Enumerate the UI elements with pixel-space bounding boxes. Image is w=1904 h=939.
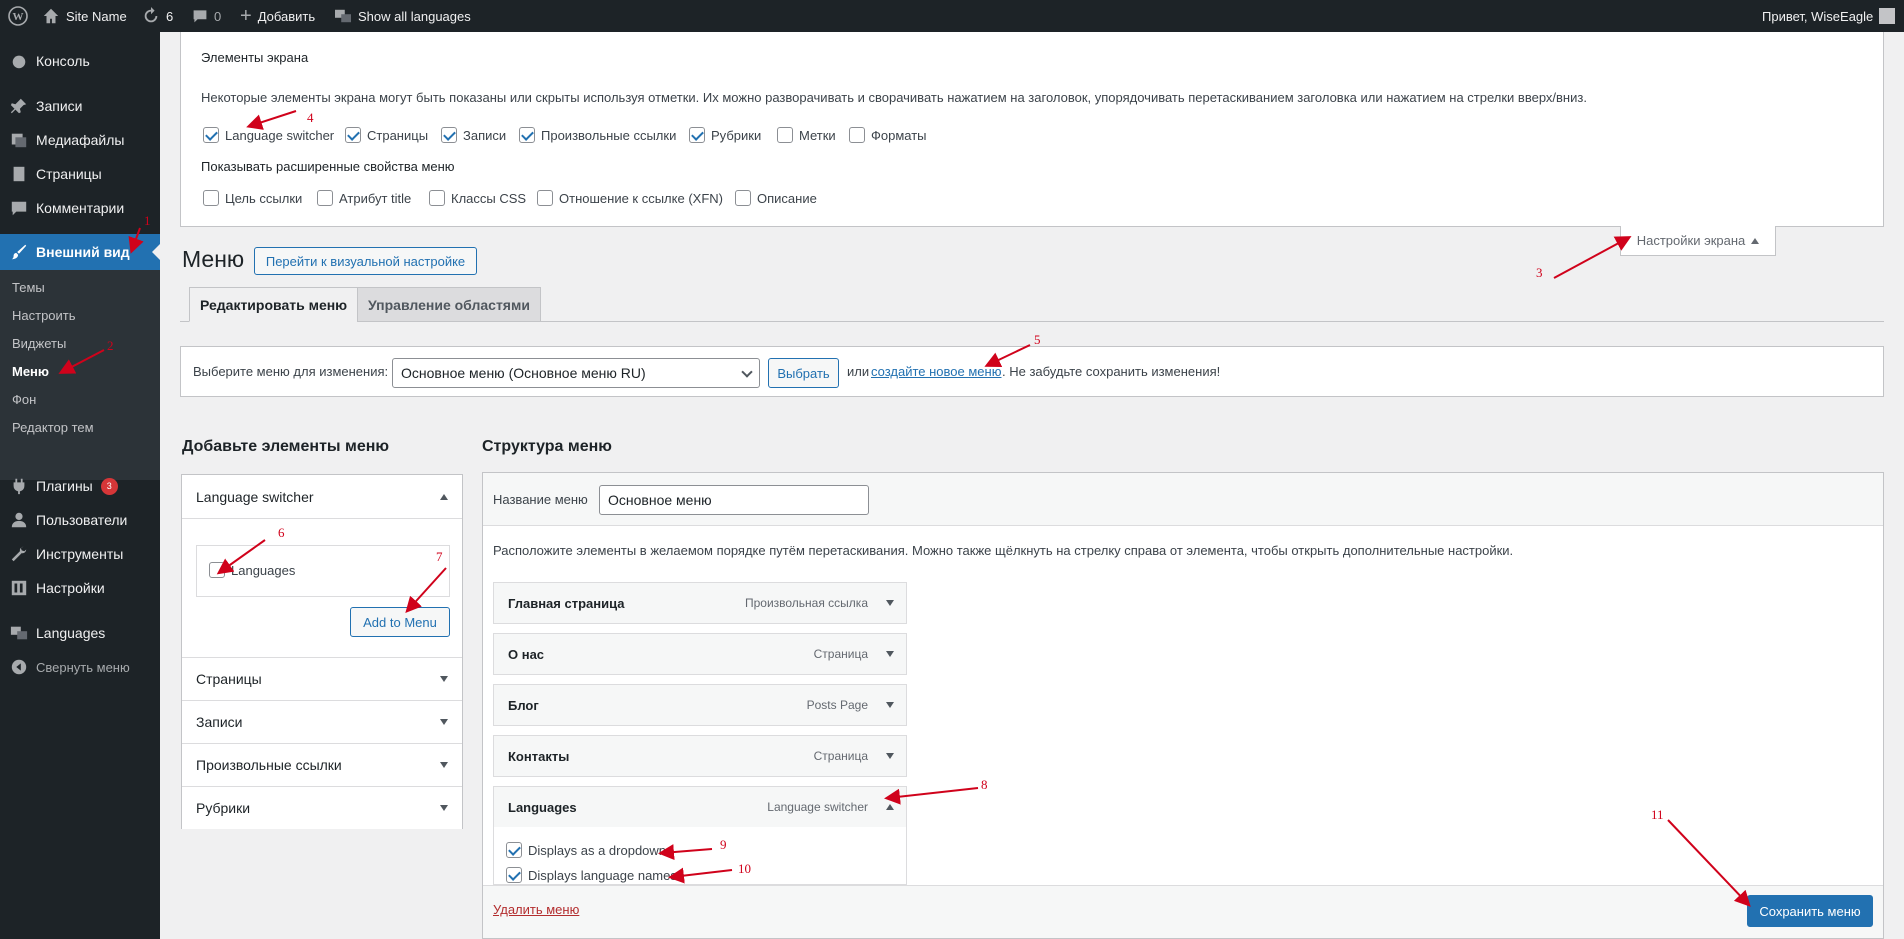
annotation-arrow-8 [884, 787, 979, 805]
annotation-number-6: 6 [278, 525, 285, 540]
annotation-number-8: 8 [981, 777, 988, 792]
annotation-arrow-5 [984, 344, 1031, 368]
annotation-number-11: 11 [1651, 807, 1664, 822]
annotation-arrow-4 [246, 110, 297, 130]
annotation-arrow-10 [668, 867, 733, 884]
annotation-number-1: 1 [144, 213, 151, 228]
annotation-arrow-6 [216, 539, 266, 575]
annotation-number-3: 3 [1536, 265, 1543, 280]
annotation-arrow-7 [405, 567, 447, 613]
annotation-number-10: 10 [738, 861, 751, 876]
annotation-number-5: 5 [1034, 332, 1041, 347]
annotation-number-7: 7 [436, 549, 443, 564]
annotation-arrow-11 [1667, 819, 1751, 907]
annotation-arrows [58, 110, 1751, 907]
annotation-arrow-2 [58, 349, 105, 374]
annotation-number-2: 2 [107, 338, 114, 353]
annotation-arrow-9 [658, 844, 713, 861]
annotation-number-9: 9 [720, 837, 727, 852]
annotation-arrow-1 [128, 227, 144, 254]
annotation-number-4: 4 [307, 110, 314, 125]
annotation-arrow-3 [1553, 236, 1632, 279]
